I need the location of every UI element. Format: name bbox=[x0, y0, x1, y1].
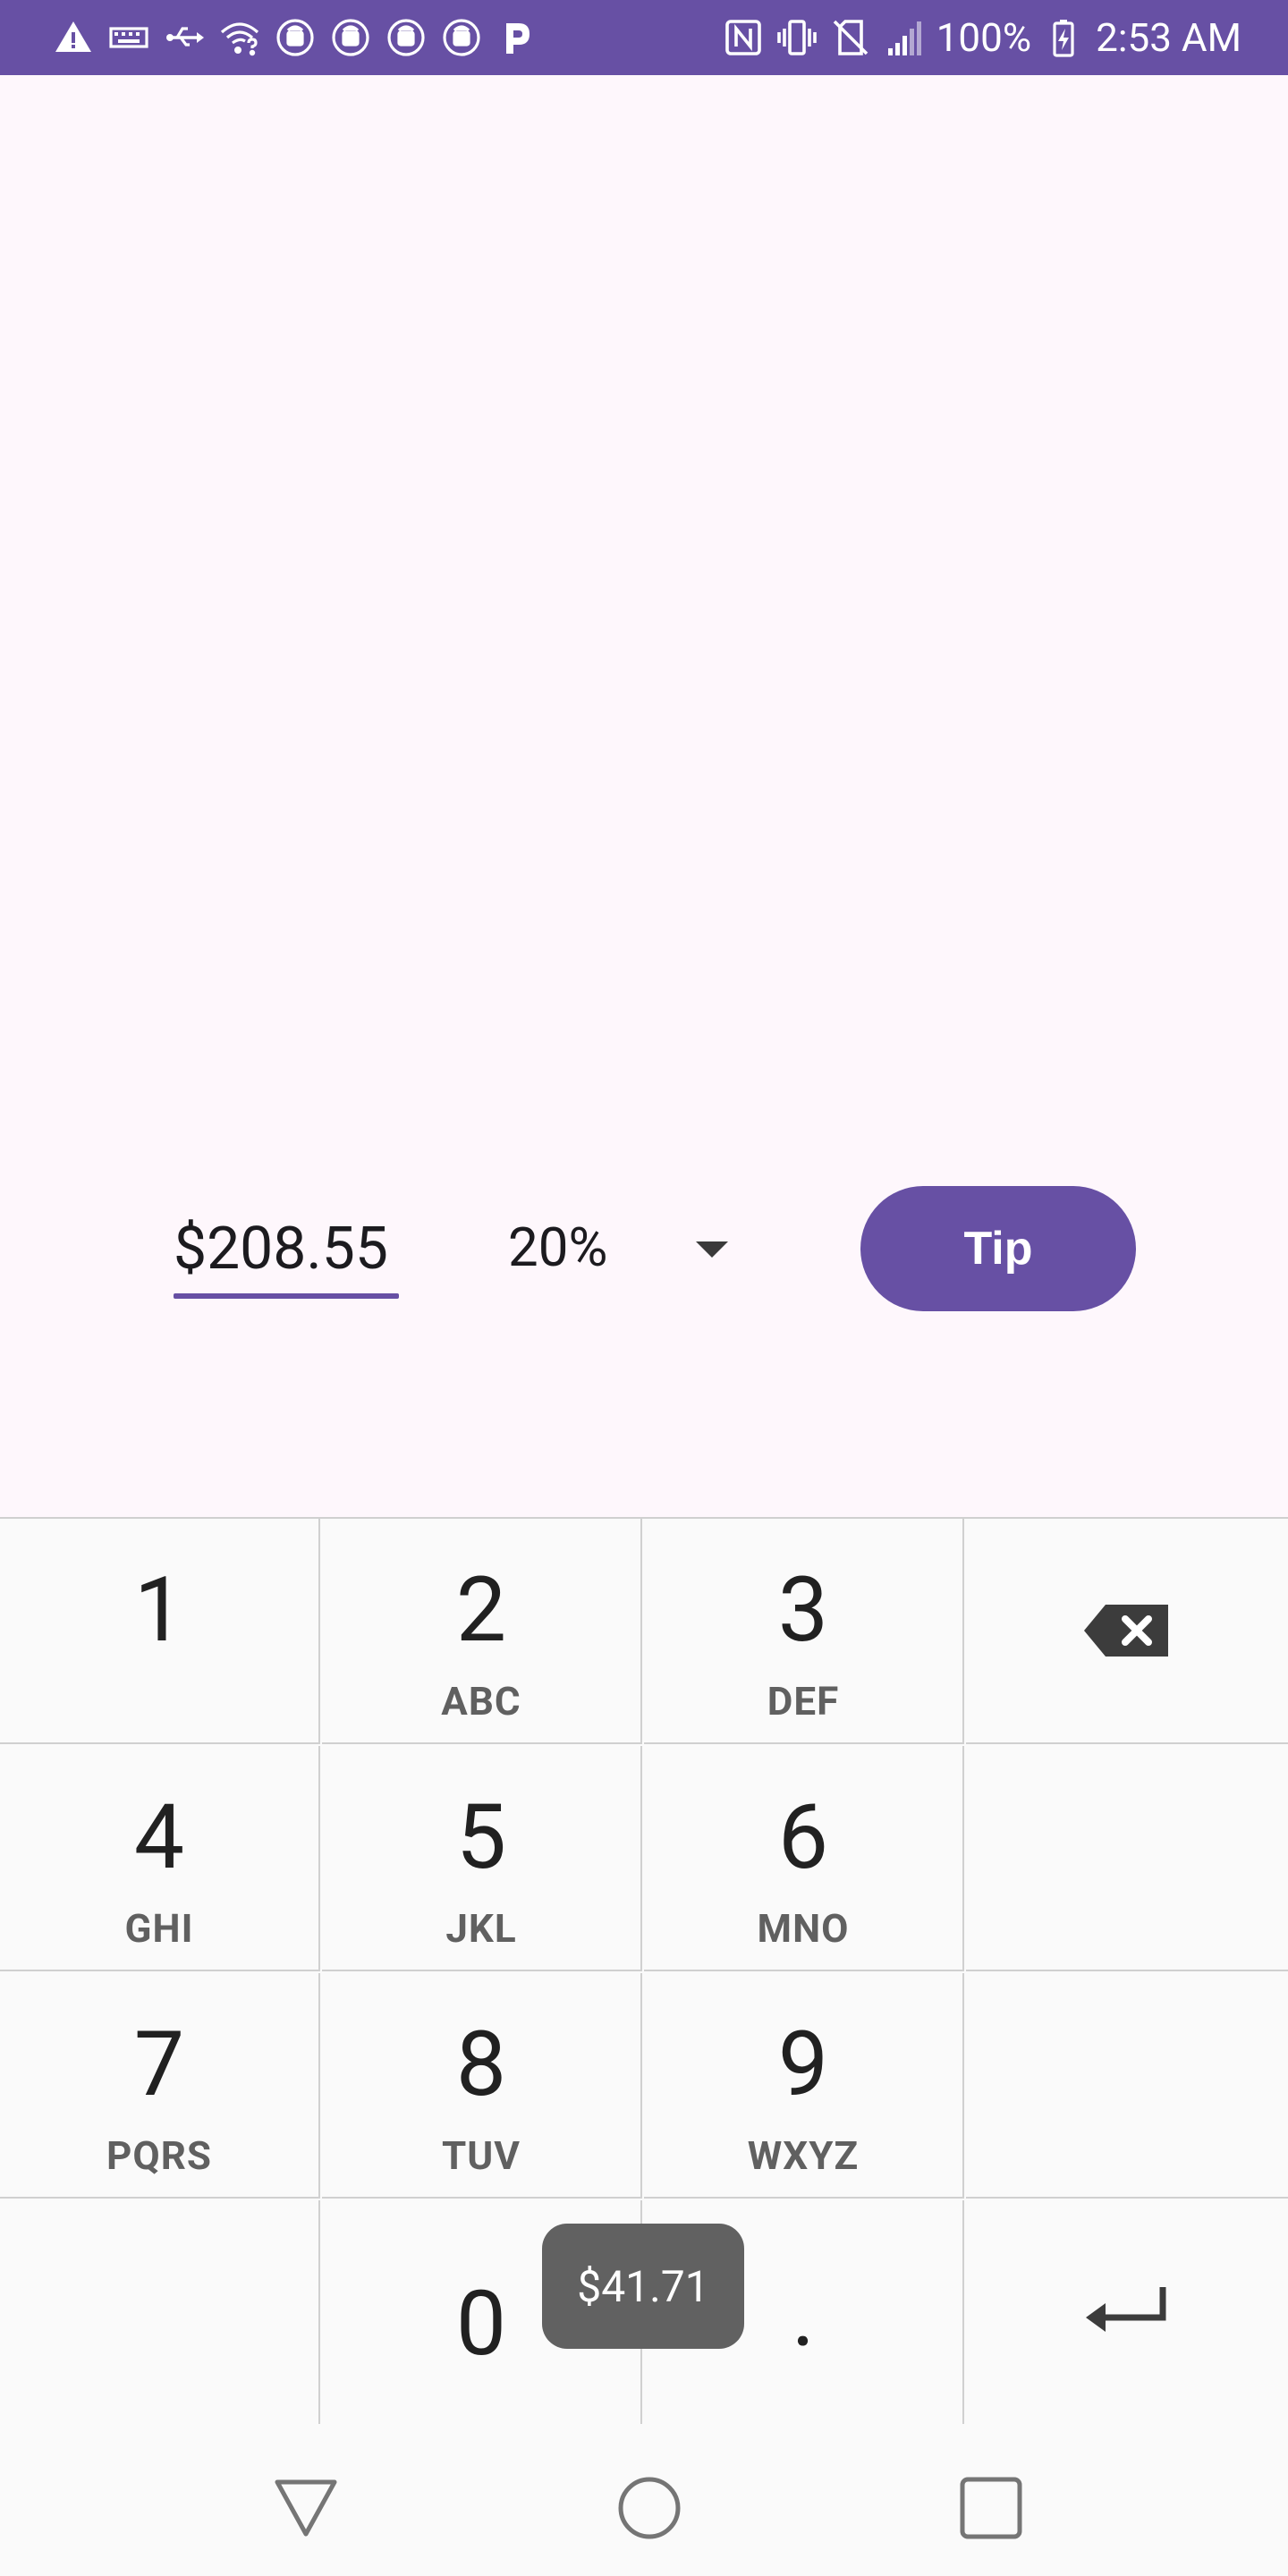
key-3[interactable]: 3 DEF bbox=[644, 1519, 964, 1744]
key-digit: 3 bbox=[777, 1558, 829, 1663]
android-sync-icon bbox=[329, 16, 372, 59]
system-icons: 100% 2:53 AM bbox=[722, 13, 1241, 63]
key-letters: DEF bbox=[767, 1678, 840, 1724]
android-sync-icon bbox=[274, 16, 317, 59]
key-digit: 1 bbox=[133, 1558, 185, 1663]
empty-key bbox=[966, 1746, 1288, 1971]
key-letters: PQRS bbox=[106, 2132, 212, 2179]
key-letters: MNO bbox=[757, 1905, 850, 1952]
battery-percent: 100% bbox=[936, 14, 1032, 61]
recents-square-icon bbox=[960, 2477, 1022, 2539]
key-letters: GHI bbox=[124, 1905, 194, 1952]
vibrate-icon bbox=[775, 16, 818, 59]
wifi-question-icon bbox=[218, 16, 261, 59]
key-digit: 2 bbox=[455, 1558, 507, 1663]
empty-key bbox=[0, 2200, 320, 2426]
key-letters: JKL bbox=[445, 1905, 517, 1952]
key-digit: 5 bbox=[455, 1785, 507, 1890]
back-button[interactable] bbox=[270, 2472, 342, 2544]
clock: 2:53 AM bbox=[1096, 14, 1241, 61]
notification-icons bbox=[52, 13, 538, 63]
key-9[interactable]: 9 WXYZ bbox=[644, 1973, 964, 2199]
tip-percent-dropdown[interactable]: 20% bbox=[508, 1208, 742, 1288]
key-5[interactable]: 5 JKL bbox=[322, 1746, 642, 1971]
tip-result-toast: $41.71 bbox=[542, 2224, 744, 2349]
bill-amount-input[interactable]: $208.55 bbox=[174, 1209, 399, 1302]
key-6[interactable]: 6 MNO bbox=[644, 1746, 964, 1971]
parking-p-icon bbox=[496, 16, 538, 59]
home-circle-icon bbox=[618, 2477, 681, 2539]
bill-amount-value: $208.55 bbox=[174, 1215, 388, 1284]
back-triangle-icon bbox=[275, 2479, 337, 2537]
dropdown-arrow-icon bbox=[696, 1241, 728, 1258]
key-digit: 9 bbox=[777, 2012, 829, 2117]
key-7[interactable]: 7 PQRS bbox=[0, 1973, 320, 2199]
key-letters: WXYZ bbox=[747, 2132, 860, 2179]
nfc-icon bbox=[722, 16, 765, 59]
key-digit: 4 bbox=[133, 1785, 185, 1890]
key-digit: 6 bbox=[777, 1785, 829, 1890]
warning-icon bbox=[52, 16, 95, 59]
signal-icon bbox=[883, 16, 926, 59]
tip-percent-value: 20% bbox=[508, 1216, 608, 1279]
key-8[interactable]: 8 TUV bbox=[322, 1973, 642, 2199]
key-digit: 8 bbox=[455, 2012, 507, 2117]
key-1[interactable]: 1 bbox=[0, 1519, 320, 1744]
status-bar: 100% 2:53 AM bbox=[0, 0, 1288, 75]
android-sync-icon bbox=[385, 16, 428, 59]
key-4[interactable]: 4 GHI bbox=[0, 1746, 320, 1971]
navigation-bar bbox=[0, 2424, 1288, 2576]
backspace-icon bbox=[966, 1519, 1288, 1742]
key-2[interactable]: 2 ABC bbox=[322, 1519, 642, 1744]
tip-button[interactable]: Tip bbox=[860, 1186, 1136, 1311]
key-letters: TUV bbox=[441, 2132, 521, 2179]
enter-icon bbox=[966, 2200, 1288, 2426]
input-underline bbox=[174, 1293, 399, 1299]
no-sim-icon bbox=[829, 16, 872, 59]
android-sync-icon bbox=[440, 16, 483, 59]
battery-charging-icon bbox=[1042, 16, 1085, 59]
key-digit: 7 bbox=[133, 2012, 185, 2117]
empty-key bbox=[966, 1973, 1288, 2199]
home-button[interactable] bbox=[614, 2472, 685, 2544]
usb-icon bbox=[163, 16, 206, 59]
keyboard-icon bbox=[107, 16, 150, 59]
recents-button[interactable] bbox=[955, 2472, 1027, 2544]
enter-key[interactable] bbox=[966, 2200, 1288, 2426]
backspace-key[interactable] bbox=[966, 1519, 1288, 1744]
key-letters: ABC bbox=[441, 1678, 521, 1724]
